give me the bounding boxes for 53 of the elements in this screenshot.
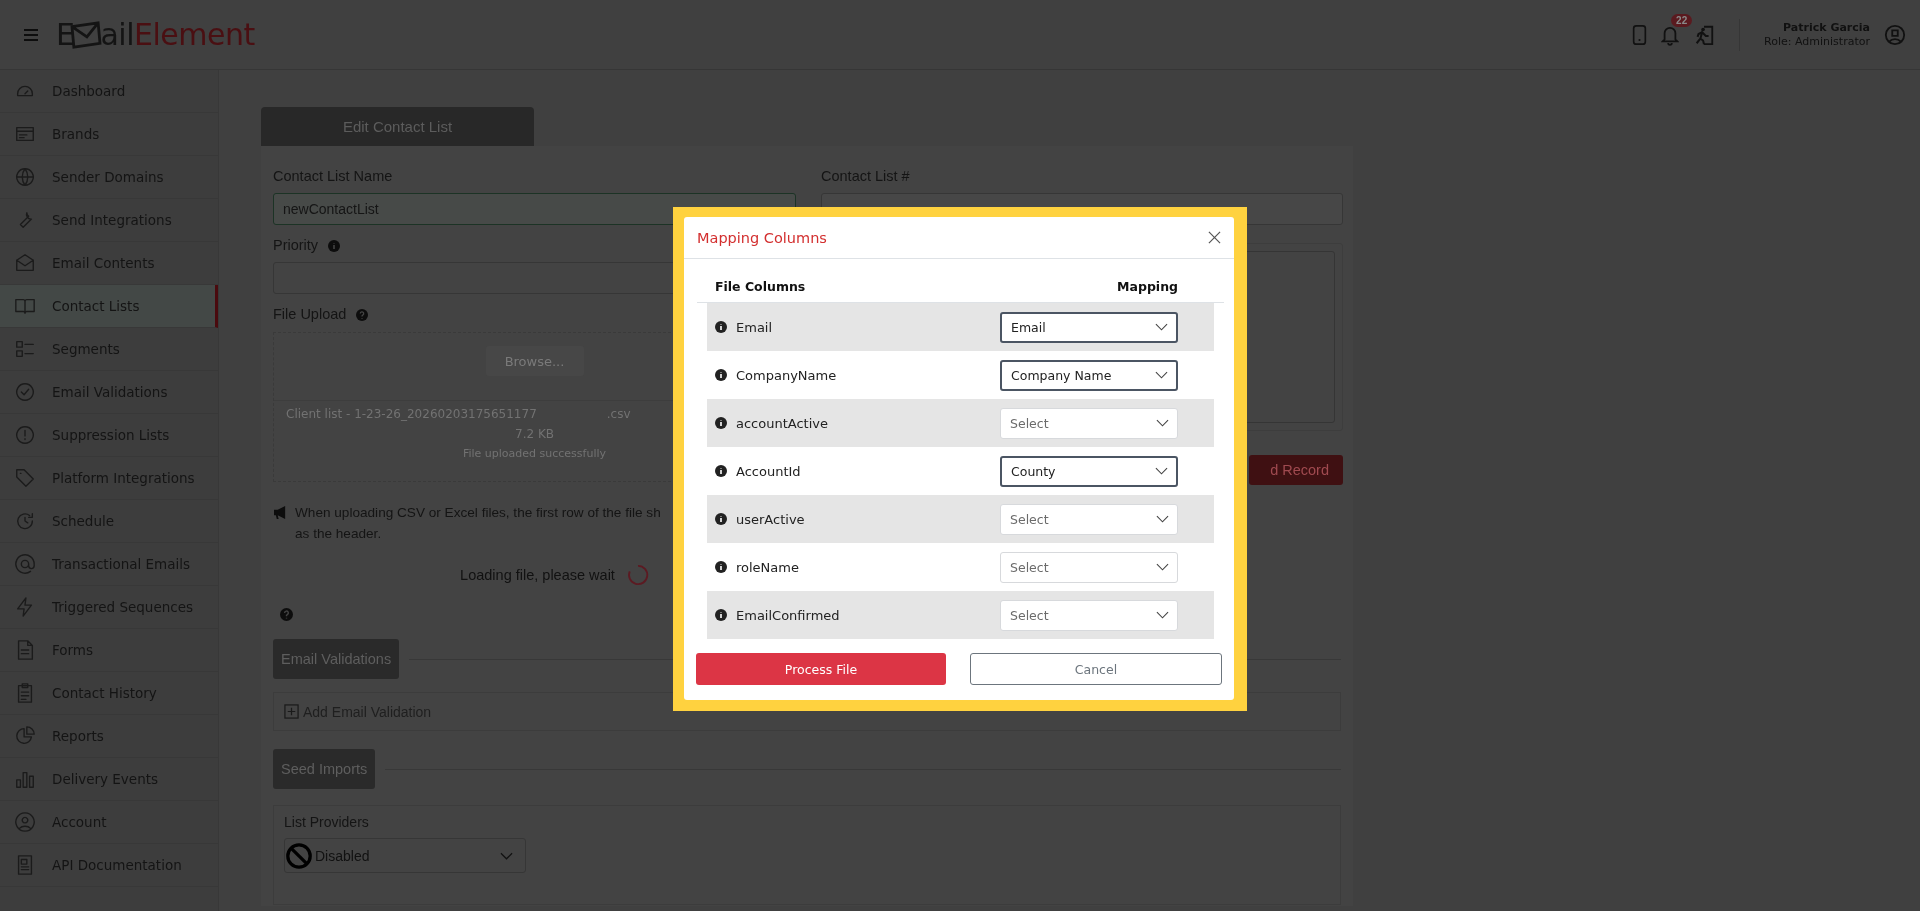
menu-icon[interactable] — [24, 28, 38, 41]
envelope-icon — [14, 252, 36, 274]
column-header: Mapping — [1117, 279, 1178, 294]
mapping-select[interactable]: Company Name — [1000, 359, 1178, 391]
chevron-icon — [1156, 563, 1169, 571]
at-sign-icon — [14, 553, 36, 575]
help-icon — [356, 309, 369, 321]
info-icon — [715, 561, 727, 573]
mapping-select[interactable]: Email — [1000, 311, 1178, 343]
mapping-select[interactable]: County — [1000, 455, 1178, 487]
globe-icon — [14, 166, 36, 188]
help-icon — [280, 608, 293, 621]
cancel-button[interactable]: Cancel — [970, 653, 1222, 685]
megaphone-icon — [273, 506, 288, 519]
file-column-name: roleName — [736, 559, 799, 575]
no-entry-icon — [285, 841, 313, 870]
clock-icon — [14, 510, 36, 532]
info-icon — [715, 609, 727, 621]
info-icon — [715, 465, 727, 477]
dialog-title: Mapping Columns — [697, 229, 827, 246]
alert-icon — [14, 424, 36, 446]
pie-chart-icon — [14, 725, 36, 747]
list-icon — [14, 338, 36, 360]
column-header: File Columns — [715, 279, 806, 294]
chevron-icon — [1156, 419, 1169, 427]
chevron-icon — [1155, 467, 1168, 475]
plus-icon[interactable] — [284, 704, 299, 719]
info-icon — [715, 417, 727, 429]
chevron-icon — [1155, 371, 1168, 379]
spinner-icon — [626, 564, 649, 586]
info-icon — [328, 240, 341, 252]
file-column-name: userActive — [736, 511, 805, 527]
add-record-button[interactable]: d Record — [1249, 455, 1343, 485]
close-icon[interactable] — [1208, 231, 1221, 244]
mapping-select[interactable]: Select — [1000, 503, 1178, 535]
chevron-icon — [500, 851, 513, 860]
mapping-select[interactable]: Select — [1000, 407, 1178, 439]
notification-badge: 22 — [1671, 13, 1693, 27]
info-icon — [715, 369, 727, 381]
avatar-icon[interactable] — [1884, 23, 1906, 46]
chevron-icon — [1155, 323, 1168, 331]
phone-icon[interactable] — [1632, 23, 1648, 46]
file-column-name: Email — [736, 319, 773, 335]
tag-icon — [14, 467, 36, 489]
info-icon — [715, 513, 727, 525]
chevron-icon — [1156, 515, 1169, 523]
mapping-select[interactable]: Select — [1000, 551, 1178, 583]
mapping-select[interactable]: Select — [1000, 599, 1178, 631]
exit-icon[interactable] — [1693, 23, 1716, 46]
info-icon — [715, 321, 727, 333]
chevron-icon — [1156, 611, 1169, 619]
process-file-button[interactable]: Process File — [696, 653, 946, 685]
file-column-name: EmailConfirmed — [736, 607, 840, 623]
